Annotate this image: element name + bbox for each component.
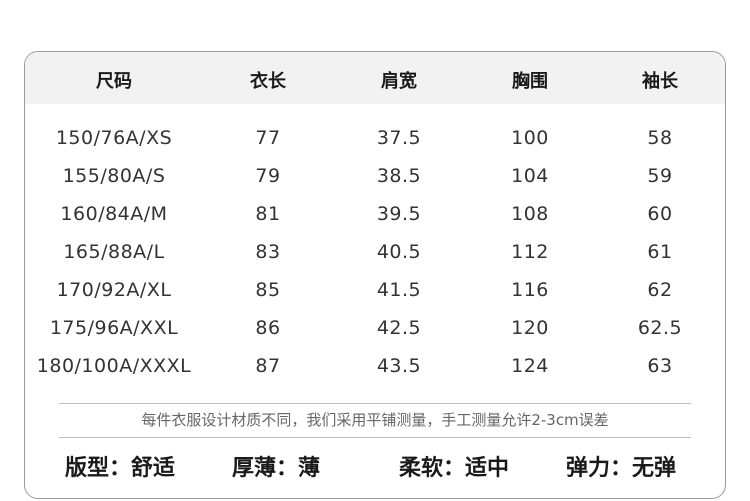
cell-shoulder: 42.5 bbox=[376, 317, 422, 339]
note-divider-top bbox=[59, 403, 691, 404]
measurement-note: 每件衣服设计材质不同，我们采用平铺测量，手工测量允许2-3cm误差 bbox=[141, 411, 609, 429]
table-row: 175/96A/XXL 86 42.5 120 62.5 bbox=[25, 242, 725, 339]
attribute-thickness: 厚薄：薄 bbox=[232, 456, 321, 481]
cell-sleeve: 63 bbox=[647, 355, 673, 377]
cell-length: 86 bbox=[255, 317, 281, 339]
cell-chest: 124 bbox=[511, 355, 549, 377]
note-divider-bottom bbox=[59, 437, 691, 438]
table-row: 160/84A/M 81 39.5 108 60 bbox=[25, 128, 725, 225]
attribute-fit: 版型：舒适 bbox=[65, 456, 176, 481]
attribute-elasticity: 弹力：无弹 bbox=[566, 456, 677, 481]
cell-chest: 120 bbox=[511, 317, 549, 339]
cell-sleeve: 62.5 bbox=[637, 317, 683, 339]
table-row: 170/92A/XL 85 41.5 116 62 bbox=[25, 204, 725, 301]
table-row: 150/76A/XS 77 37.5 100 58 bbox=[25, 52, 725, 149]
table-row: 165/88A/L 83 40.5 112 61 bbox=[25, 166, 725, 263]
size-chart-card: 尺码 衣长 肩宽 胸围 袖长 150/76A/XS 77 37.5 100 58… bbox=[24, 51, 726, 499]
cell-size: 175/96A/XXL bbox=[49, 317, 179, 339]
cell-shoulder: 43.5 bbox=[376, 355, 422, 377]
table-row: 155/80A/S 79 38.5 104 59 bbox=[25, 90, 725, 187]
attribute-softness: 柔软：适中 bbox=[399, 456, 510, 481]
cell-size: 180/100A/XXXL bbox=[36, 355, 192, 377]
table-row: 180/100A/XXXL 87 43.5 124 63 bbox=[25, 280, 725, 377]
cell-length: 87 bbox=[255, 355, 281, 377]
